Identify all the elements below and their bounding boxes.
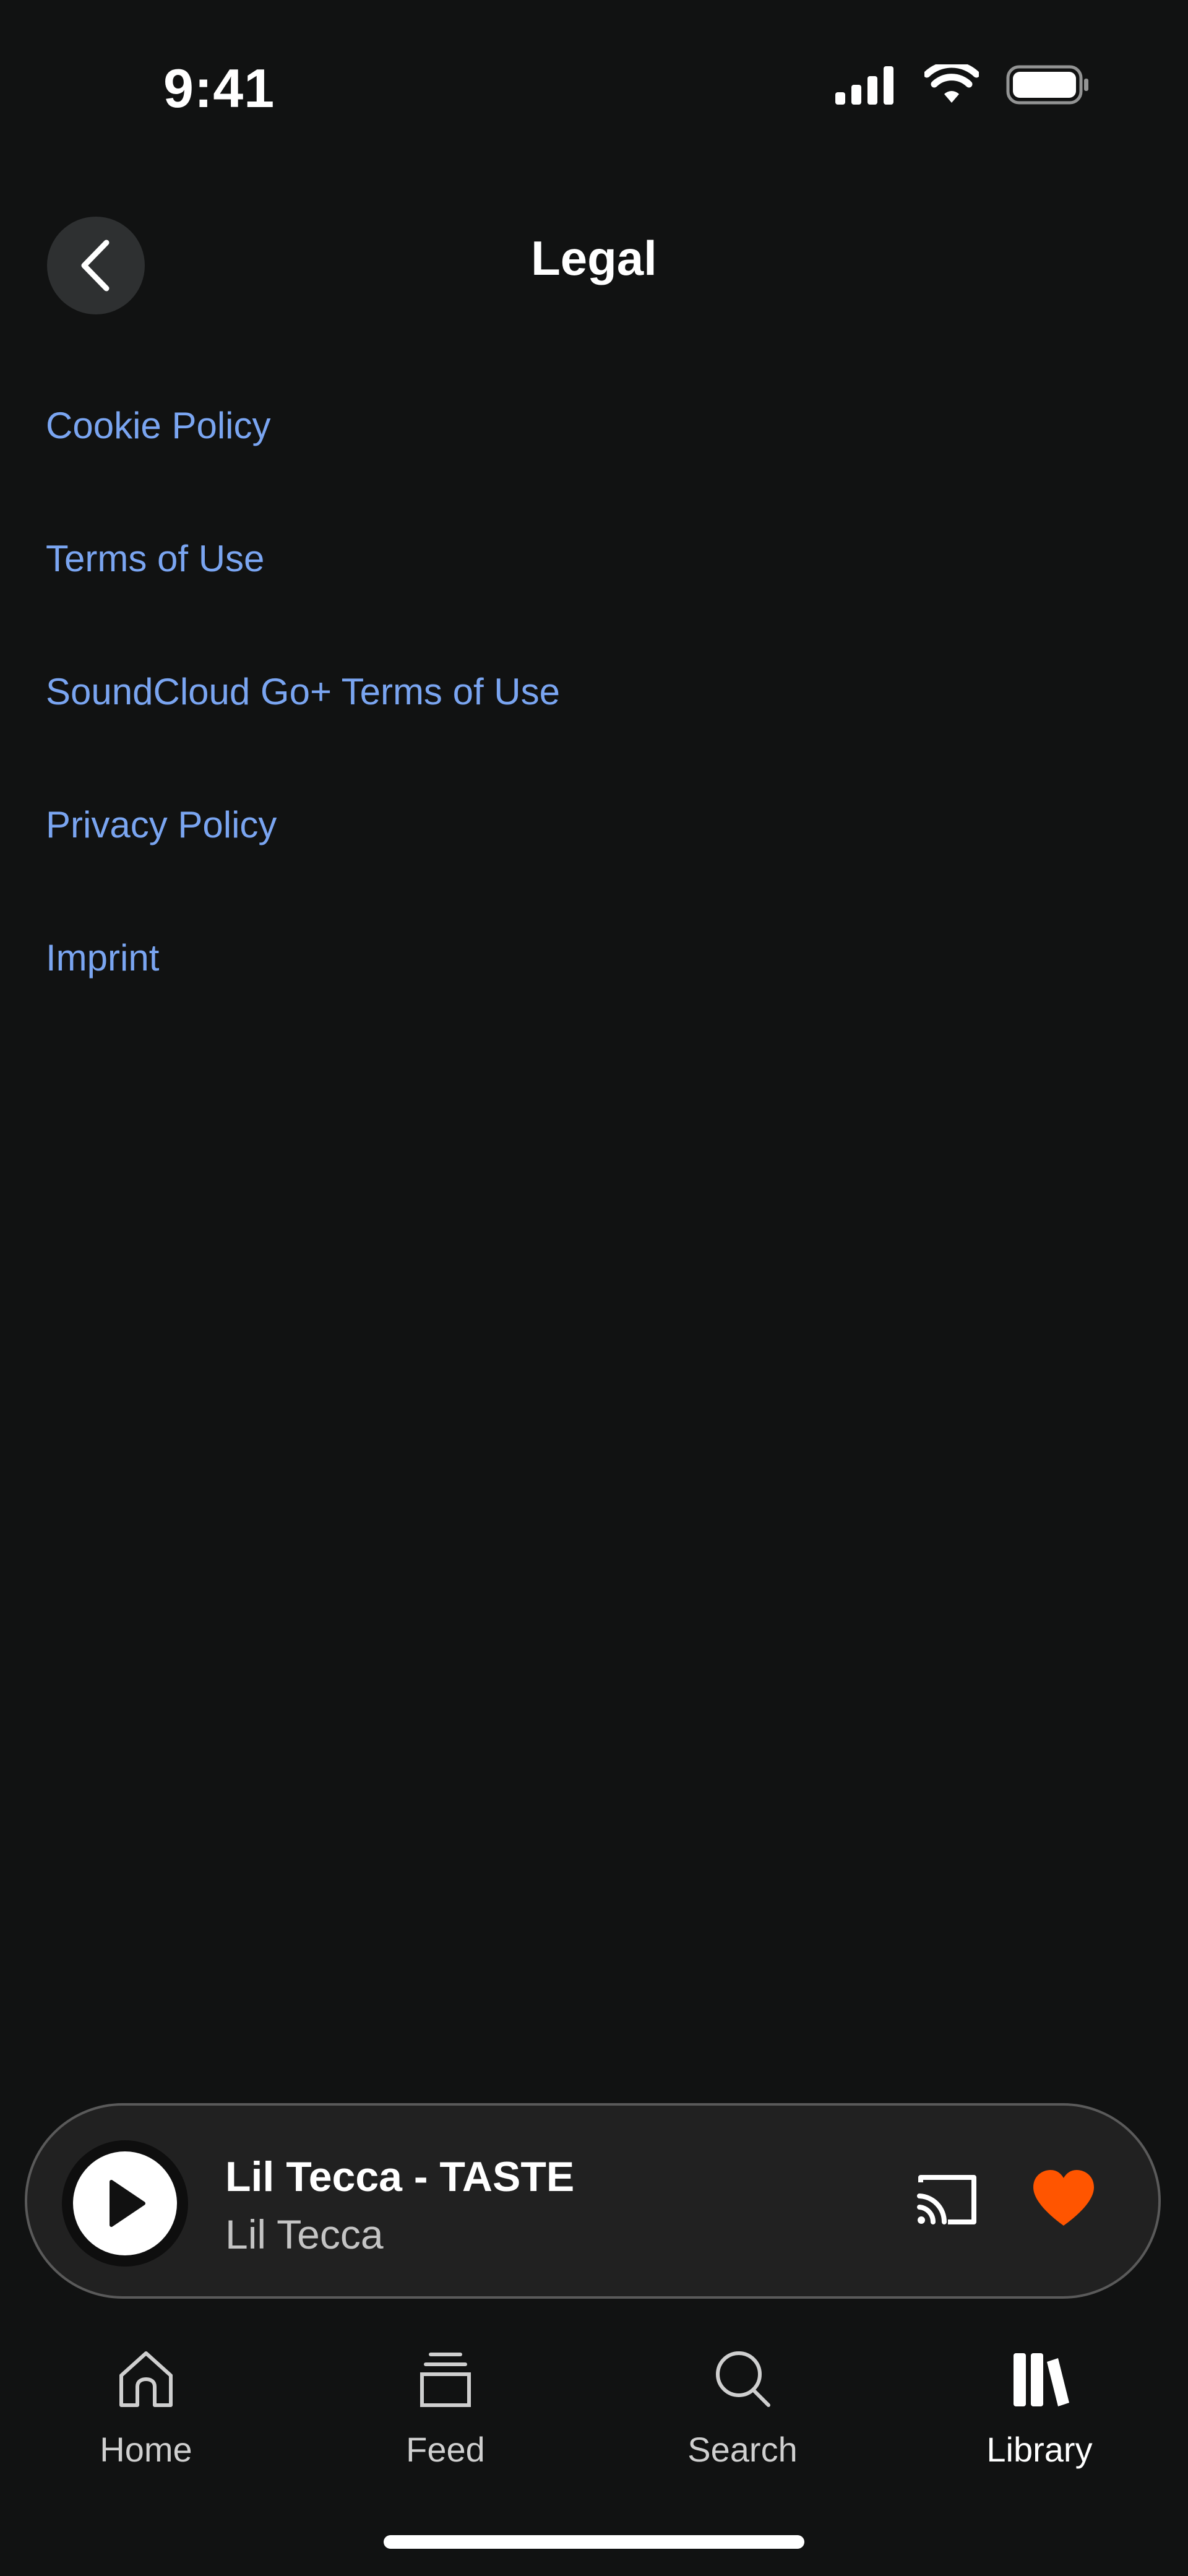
- tab-search[interactable]: Search: [650, 2340, 835, 2488]
- status-bar: 9:41: [0, 0, 1188, 161]
- tab-search-label: Search: [687, 2430, 798, 2469]
- home-icon: [119, 2351, 173, 2407]
- imprint-link[interactable]: Imprint: [46, 928, 560, 1061]
- cellular-signal-icon: [835, 66, 893, 105]
- cast-button[interactable]: [913, 2169, 981, 2231]
- home-indicator: [384, 2535, 804, 2549]
- play-icon: [110, 2180, 145, 2227]
- status-icons: [835, 64, 1089, 105]
- privacy-policy-link[interactable]: Privacy Policy: [46, 795, 560, 928]
- status-time: 9:41: [163, 58, 275, 119]
- play-disc: [73, 2151, 177, 2255]
- tab-feed[interactable]: Feed: [353, 2340, 538, 2488]
- track-title: Lil Tecca - TASTE: [225, 2153, 575, 2200]
- legal-links-list: Cookie Policy Terms of Use SoundCloud Go…: [46, 396, 560, 1061]
- tab-library-label: Library: [986, 2430, 1093, 2469]
- tab-feed-label: Feed: [406, 2430, 485, 2469]
- wifi-icon: [924, 64, 979, 103]
- battery-icon: [1006, 65, 1088, 105]
- heart-icon: [1033, 2170, 1094, 2226]
- go-plus-terms-link[interactable]: SoundCloud Go+ Terms of Use: [46, 662, 560, 795]
- tab-home[interactable]: Home: [53, 2340, 239, 2488]
- track-artist: Lil Tecca: [225, 2211, 384, 2257]
- feed-icon: [420, 2353, 471, 2407]
- library-icon: [1014, 2353, 1069, 2406]
- play-button[interactable]: [62, 2140, 188, 2267]
- search-icon: [716, 2351, 770, 2407]
- like-button[interactable]: [1030, 2168, 1098, 2229]
- cookie-policy-link[interactable]: Cookie Policy: [46, 396, 560, 529]
- mini-player[interactable]: Lil Tecca - TASTE Lil Tecca: [25, 2103, 1161, 2299]
- tab-bar: Home Feed Search Library: [0, 2340, 1188, 2500]
- tab-library[interactable]: Library: [947, 2340, 1132, 2488]
- terms-of-use-link[interactable]: Terms of Use: [46, 529, 560, 662]
- cast-icon: [917, 2175, 976, 2224]
- tab-home-label: Home: [100, 2430, 192, 2469]
- page-title: Legal: [531, 231, 657, 285]
- header: Legal: [0, 217, 1188, 314]
